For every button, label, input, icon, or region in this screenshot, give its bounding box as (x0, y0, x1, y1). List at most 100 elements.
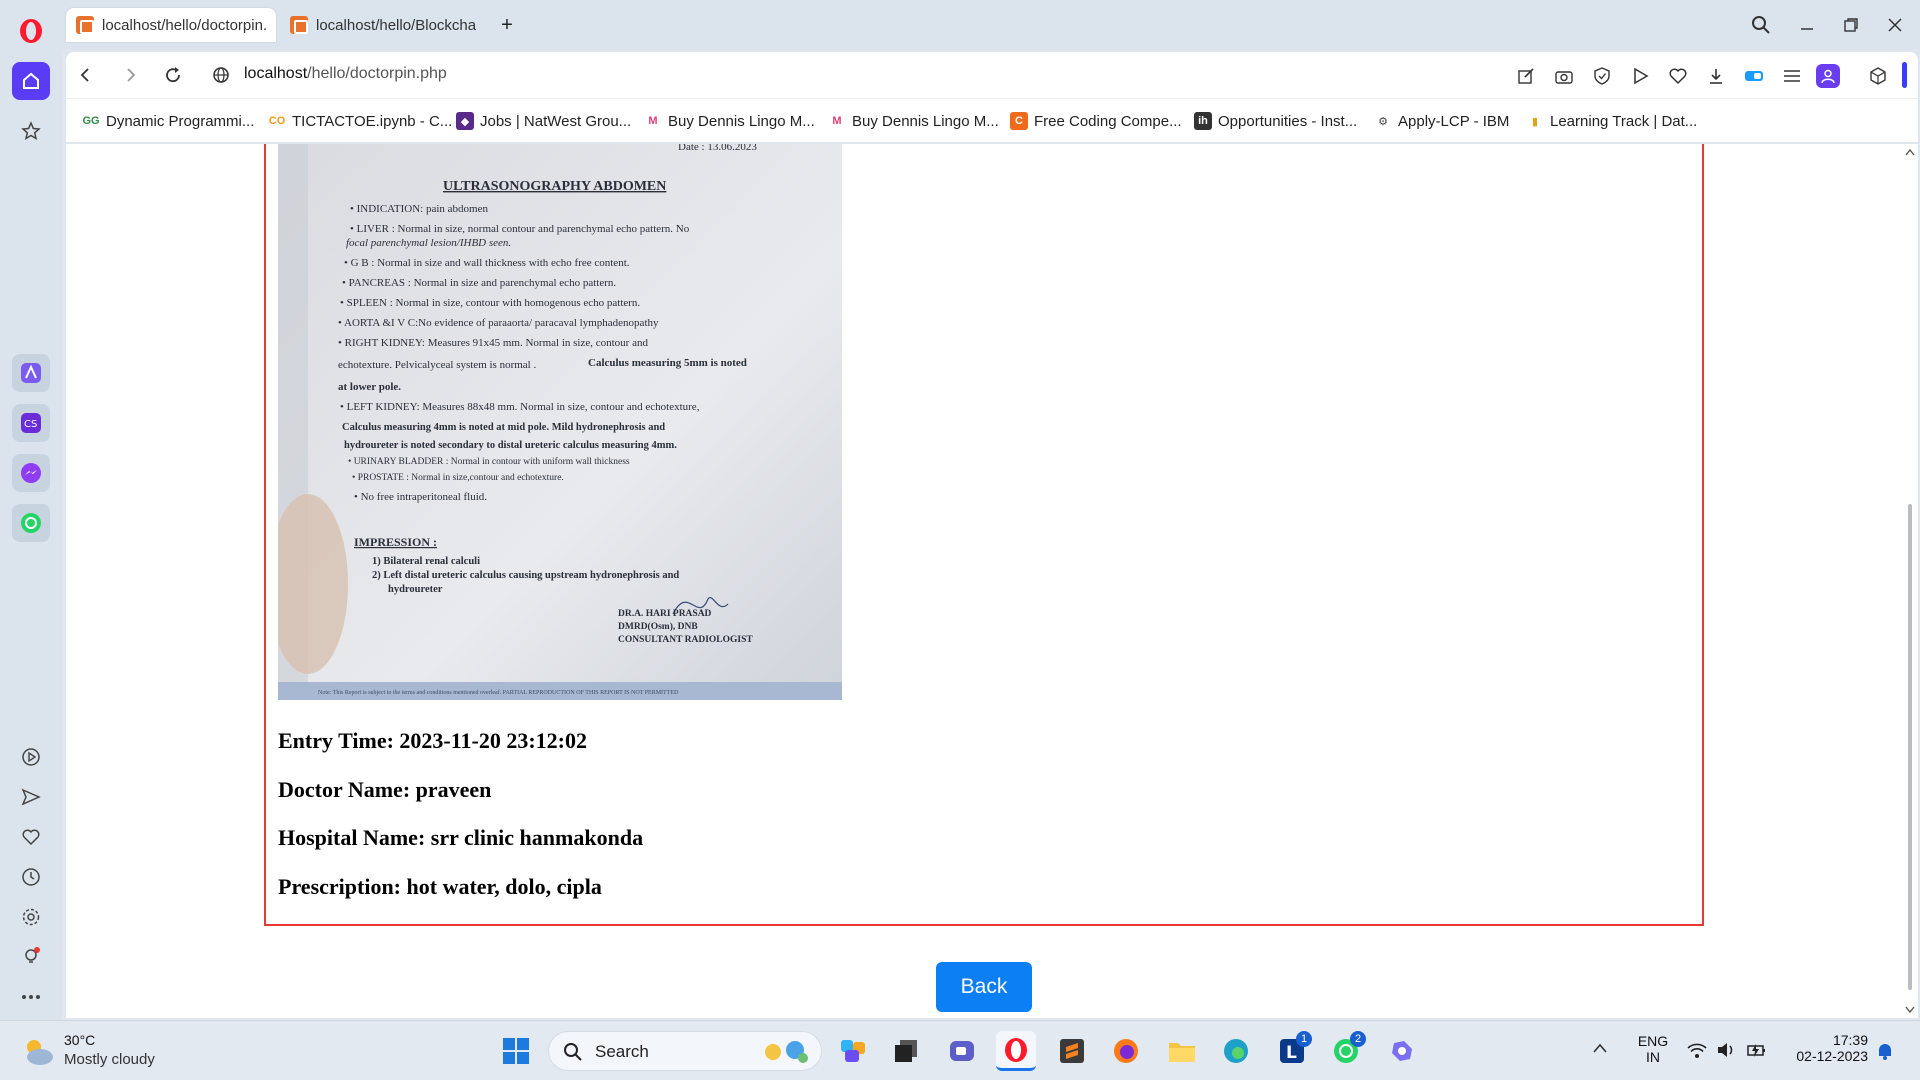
wifi-icon[interactable] (1686, 1041, 1708, 1063)
report-line: echotexture. Pelvicalyceal system is nor… (338, 359, 536, 371)
aria-icon[interactable] (12, 354, 50, 392)
new-tab-button[interactable]: + (494, 12, 520, 38)
clock[interactable]: 17:39 02-12-2023 (1786, 1032, 1868, 1064)
page-scrollbar[interactable] (1902, 144, 1918, 1018)
bookmark-item[interactable]: ◆ Jobs | NatWest Grou... (456, 111, 631, 131)
report-line: • G B : Normal in size and wall thicknes… (344, 257, 630, 269)
bookmark-label: Learning Track | Dat... (1550, 112, 1698, 130)
notification-bell-icon[interactable] (1876, 1041, 1894, 1065)
heart-icon[interactable] (1666, 64, 1690, 88)
colab-icon: CO (268, 115, 286, 127)
chevron-up-icon[interactable] (1592, 1041, 1608, 1058)
task-view-icon[interactable] (886, 1031, 926, 1071)
send-flow-icon[interactable] (12, 778, 50, 816)
more-dots-icon[interactable] (12, 978, 50, 1016)
back-arrow-icon[interactable] (70, 60, 100, 90)
search-tabs-icon[interactable] (1746, 10, 1776, 40)
whatsapp-badge: 2 (1350, 1031, 1366, 1047)
report-line: • PANCREAS : Normal in size and parenchy… (342, 277, 616, 289)
tips-lightbulb-icon[interactable] (12, 938, 50, 976)
lang-line2: IN (1646, 1049, 1660, 1065)
report-line: hydroureter is noted secondary to distal… (344, 440, 677, 451)
minimize-icon[interactable] (1792, 10, 1822, 40)
bookmark-label: Dynamic Programmi... (106, 112, 255, 130)
speed-dial-star-icon[interactable] (12, 112, 50, 150)
sublime-text-icon[interactable] (1052, 1031, 1092, 1071)
taskbar-search-box[interactable]: Search (548, 1031, 822, 1071)
history-clock-icon[interactable] (12, 858, 50, 896)
settings-gear-icon[interactable] (12, 898, 50, 936)
bookmark-item[interactable]: CO TICTACTOE.ipynb - C... (268, 111, 453, 131)
url-field[interactable]: localhost/hello/doctorpin.php (244, 65, 447, 83)
scroll-up-icon[interactable] (1905, 148, 1915, 156)
edge-icon[interactable] (1216, 1031, 1256, 1071)
tab-blockchain[interactable]: localhost/hello/Blockchain (280, 8, 486, 42)
profile-avatar-icon[interactable] (1816, 64, 1840, 88)
home-icon[interactable] (12, 62, 50, 100)
opera-taskbar-icon[interactable] (996, 1031, 1036, 1071)
scroll-down-icon[interactable] (1905, 1006, 1915, 1014)
bookmark-item[interactable]: ⚙ Apply-LCP - IBM (1374, 111, 1509, 131)
linkedin-l-icon[interactable]: L1 (1272, 1031, 1312, 1071)
copilot-pre-icon[interactable] (834, 1031, 874, 1071)
pinboard-heart-icon[interactable] (12, 818, 50, 856)
copilot-icon[interactable] (1382, 1031, 1422, 1071)
sidebar-toggle-indicator[interactable] (1902, 62, 1907, 88)
messenger-icon[interactable] (12, 454, 50, 492)
opera-logo-icon[interactable] (14, 14, 48, 48)
clock-time: 17:39 (1832, 1032, 1868, 1048)
easy-setup-icon[interactable] (1780, 64, 1804, 88)
xampp-favicon-icon (290, 16, 308, 34)
teams-chat-icon[interactable] (942, 1031, 982, 1071)
coding-icon: C (1010, 112, 1028, 130)
tab-label: localhost/hello/doctorpin. (102, 16, 266, 34)
language-indicator[interactable]: ENG IN (1636, 1033, 1670, 1065)
whatsapp-taskbar-icon[interactable]: 2 (1326, 1031, 1366, 1071)
player-play-icon[interactable] (1628, 64, 1652, 88)
bookmark-item[interactable]: M Buy Dennis Lingo M... (828, 111, 999, 131)
hospital-name-text: Hospital Name: srr clinic hanmakonda (278, 825, 644, 850)
download-icon[interactable] (1704, 64, 1728, 88)
impression-line: 2) Left distal ureteric calculus causing… (372, 570, 679, 581)
bookmark-item[interactable]: ih Opportunities - Inst... (1194, 111, 1357, 131)
close-icon[interactable] (1880, 10, 1910, 40)
report-line: • PROSTATE : Normal in size,contour and … (352, 473, 564, 483)
vpn-shield-icon[interactable] (1590, 64, 1614, 88)
report-line: • No free intraperitoneal fluid. (354, 491, 487, 503)
bookmark-item[interactable]: GG Dynamic Programmi... (82, 111, 254, 131)
camera-snapshot-icon[interactable] (1552, 64, 1576, 88)
file-explorer-icon[interactable] (1162, 1031, 1202, 1071)
weather-cloud-icon[interactable] (20, 1033, 56, 1069)
report-line: • RIGHT KIDNEY: Measures 91x45 mm. Norma… (338, 337, 648, 349)
bookmark-item[interactable]: M Buy Dennis Lingo M... (644, 111, 815, 131)
player-icon[interactable] (12, 738, 50, 776)
back-button[interactable]: Back (936, 962, 1032, 1012)
gfg-icon: GG (82, 115, 100, 127)
firefox-icon[interactable] (1106, 1031, 1146, 1071)
site-info-globe-icon[interactable] (206, 60, 236, 90)
battery-charging-icon[interactable] (1746, 1041, 1768, 1063)
scrollbar-thumb[interactable] (1908, 504, 1912, 990)
entry-time-text: Entry Time: 2023-11-20 23:12:02 (278, 728, 587, 753)
bookmark-label: Buy Dennis Lingo M... (668, 112, 815, 130)
windows-start-icon[interactable] (496, 1031, 536, 1071)
bookmark-item[interactable]: ▮ Learning Track | Dat... (1526, 111, 1697, 131)
tab-doctorpin[interactable]: localhost/hello/doctorpin. (66, 8, 276, 42)
bookmark-label: Free Coding Compe... (1034, 112, 1182, 130)
whatsapp-icon[interactable] (12, 504, 50, 542)
forward-arrow-icon[interactable] (116, 60, 146, 90)
volume-icon[interactable] (1716, 1041, 1736, 1063)
crypto-wallet-icon[interactable]: CS (12, 404, 50, 442)
edit-snap-icon[interactable] (1514, 64, 1538, 88)
bookmark-label: Buy Dennis Lingo M... (852, 112, 999, 130)
bookmark-label: TICTACTOE.ipynb - C... (292, 112, 453, 130)
battery-saver-icon[interactable] (1742, 64, 1766, 88)
extensions-cube-icon[interactable] (1866, 64, 1890, 88)
report-date: Date : 13.06.2023 (678, 144, 757, 153)
reload-icon[interactable] (158, 60, 188, 90)
bookmark-item[interactable]: C Free Coding Compe... (1010, 111, 1182, 131)
address-bar: localhost/hello/doctorpin.php (66, 52, 1918, 98)
restore-icon[interactable] (1836, 10, 1866, 40)
signature-line: DMRD(Osm), DNB (618, 621, 698, 632)
signature-line: DR.A. HARI PRASAD (618, 609, 712, 619)
